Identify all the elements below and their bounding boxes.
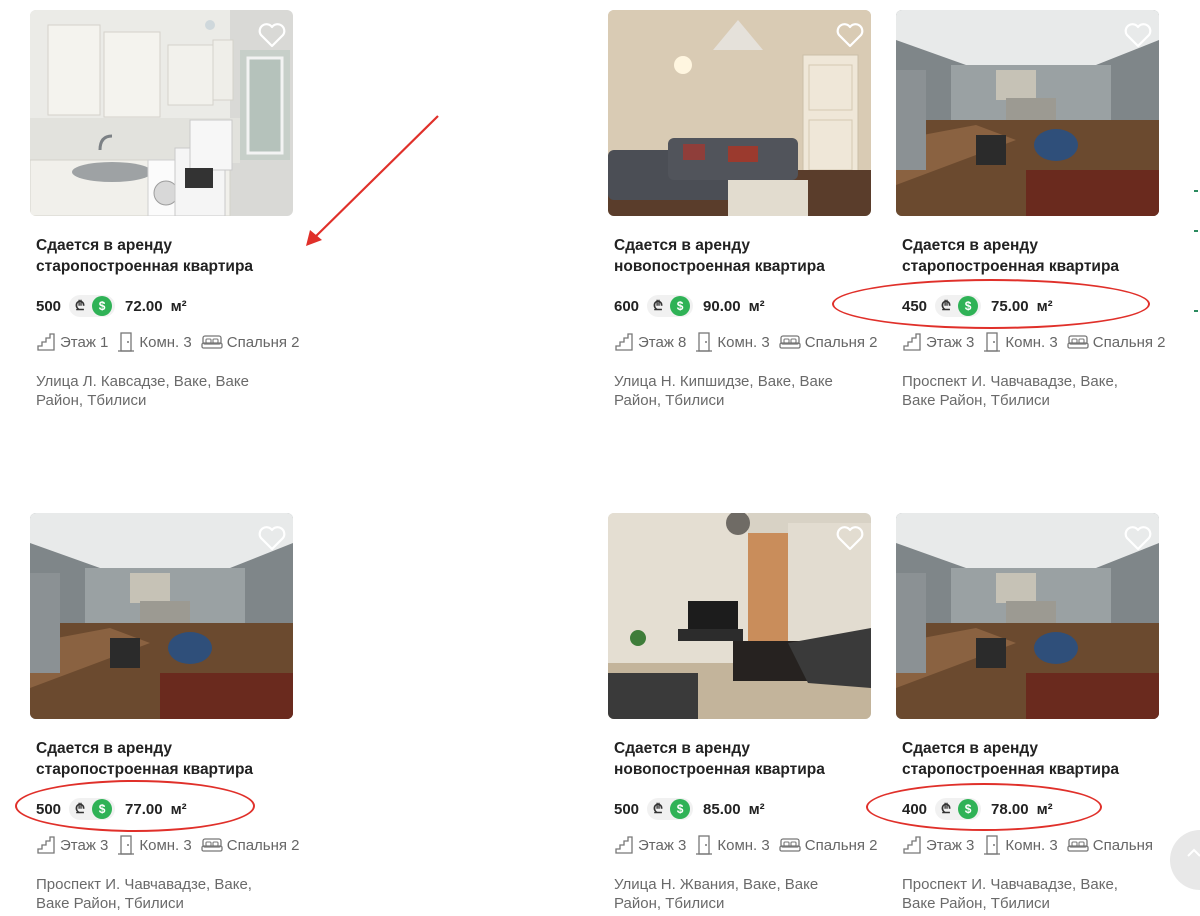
favorite-heart-icon[interactable]: [1124, 525, 1152, 551]
listings-page: Сдается в аренду старопостроенная кварти…: [0, 0, 1200, 916]
bed-icon: [201, 335, 223, 349]
listing-price: 450 ₾ $ 75.00 м²: [902, 294, 1053, 318]
favorite-heart-icon[interactable]: [836, 22, 864, 48]
favorite-heart-icon[interactable]: [836, 525, 864, 551]
currency-toggle[interactable]: ₾ $: [647, 295, 694, 317]
annotation-arrow: [296, 112, 446, 257]
listing-price: 500 ₾ $ 72.00 м²: [36, 294, 187, 318]
listing-photo-living-room[interactable]: [896, 513, 1159, 719]
bed-icon: [1067, 838, 1089, 852]
listing-title[interactable]: Сдается в аренду старопостроенная кварти…: [902, 738, 1192, 780]
listing-photo-living-room[interactable]: [608, 513, 871, 719]
currency-toggle[interactable]: ₾ $: [647, 798, 694, 820]
usd-currency-icon[interactable]: $: [958, 296, 979, 316]
door-icon: [118, 332, 135, 352]
door-icon: [696, 332, 713, 352]
listing-price: 600 ₾ $ 90.00 м²: [614, 294, 765, 318]
gel-currency-icon[interactable]: ₾: [935, 798, 957, 820]
edge-marker: [1194, 230, 1198, 232]
area-value: 78.00: [991, 800, 1029, 818]
stairs-icon: [903, 333, 921, 351]
listing-photo-kitchen[interactable]: [30, 10, 293, 216]
listing-title[interactable]: Сдается в аренду новопостроенная квартир…: [614, 738, 904, 780]
area-value: 75.00: [991, 297, 1029, 315]
listing-title[interactable]: Сдается в аренду старопостроенная кварти…: [902, 235, 1192, 277]
usd-currency-icon[interactable]: $: [92, 799, 113, 819]
bed-icon: [779, 335, 801, 349]
listing-meta: Этаж 3 Комн. 3 Спальня 2: [36, 835, 309, 855]
scroll-top-button[interactable]: [1170, 830, 1200, 890]
stairs-icon: [37, 836, 55, 854]
area-value: 72.00: [125, 297, 163, 315]
door-icon: [984, 835, 1001, 855]
bed-icon: [779, 838, 801, 852]
currency-toggle[interactable]: ₾ $: [69, 295, 116, 317]
area-value: 85.00: [703, 800, 741, 818]
listing-address: Улица Н. Жвания, Ваке, Ваке Район, Тбили…: [614, 876, 819, 912]
gel-currency-icon[interactable]: ₾: [647, 798, 669, 820]
door-icon: [984, 332, 1001, 352]
listing-price: 500 ₾ $ 77.00 м²: [36, 797, 187, 821]
usd-currency-icon[interactable]: $: [958, 799, 979, 819]
edge-marker: [1194, 310, 1198, 312]
listing-title[interactable]: Сдается в аренду старопостроенная кварти…: [36, 235, 326, 277]
listing-title[interactable]: Сдается в аренду старопостроенная кварти…: [36, 738, 326, 780]
listing-price: 500 ₾ $ 85.00 м²: [614, 797, 765, 821]
door-icon: [118, 835, 135, 855]
listing-meta: Этаж 3 Комн. 3 Спальня 2: [614, 835, 887, 855]
favorite-heart-icon[interactable]: [258, 22, 286, 48]
stairs-icon: [615, 333, 633, 351]
stairs-icon: [903, 836, 921, 854]
door-icon: [696, 835, 713, 855]
usd-currency-icon[interactable]: $: [92, 296, 113, 316]
stairs-icon: [615, 836, 633, 854]
gel-currency-icon[interactable]: ₾: [69, 295, 91, 317]
favorite-heart-icon[interactable]: [1124, 22, 1152, 48]
gel-currency-icon[interactable]: ₾: [935, 295, 957, 317]
edge-marker: [1194, 190, 1198, 192]
listing-meta: Этаж 1 Комн. 3 Спальня 2: [36, 332, 309, 352]
listing-address: Улица Н. Кипшидзе, Ваке, Ваке Район, Тби…: [614, 373, 833, 409]
listing-price: 400 ₾ $ 78.00 м²: [902, 797, 1053, 821]
usd-currency-icon[interactable]: $: [670, 296, 691, 316]
listing-photo-living-room[interactable]: [608, 10, 871, 216]
listing-address: Улица Л. Кавсадзе, Ваке, Ваке Район, Тби…: [36, 373, 249, 409]
listing-meta: Этаж 8 Комн. 3 Спальня 2: [614, 332, 887, 352]
area-value: 90.00: [703, 297, 741, 315]
listing-address: Проспект И. Чавчавадзе, Ваке, Ваке Район…: [36, 876, 252, 912]
currency-toggle[interactable]: ₾ $: [935, 295, 982, 317]
gel-currency-icon[interactable]: ₾: [647, 295, 669, 317]
listing-title[interactable]: Сдается в аренду новопостроенная квартир…: [614, 235, 904, 277]
listing-meta: Этаж 3 Комн. 3 Спальня 2: [902, 332, 1175, 352]
listing-photo-living-room[interactable]: [30, 513, 293, 719]
favorite-heart-icon[interactable]: [258, 525, 286, 551]
usd-currency-icon[interactable]: $: [670, 799, 691, 819]
currency-toggle[interactable]: ₾ $: [935, 798, 982, 820]
listing-photo-living-room[interactable]: [896, 10, 1159, 216]
listing-address: Проспект И. Чавчавадзе, Ваке, Ваке Район…: [902, 373, 1118, 409]
stairs-icon: [37, 333, 55, 351]
gel-currency-icon[interactable]: ₾: [69, 798, 91, 820]
area-value: 77.00: [125, 800, 163, 818]
listing-address: Проспект И. Чавчавадзе, Ваке, Ваке Район…: [902, 876, 1118, 912]
chevron-up-icon: [1187, 848, 1200, 857]
currency-toggle[interactable]: ₾ $: [69, 798, 116, 820]
bed-icon: [1067, 335, 1089, 349]
listing-meta: Этаж 3 Комн. 3 Спальня: [902, 835, 1162, 855]
bed-icon: [201, 838, 223, 852]
